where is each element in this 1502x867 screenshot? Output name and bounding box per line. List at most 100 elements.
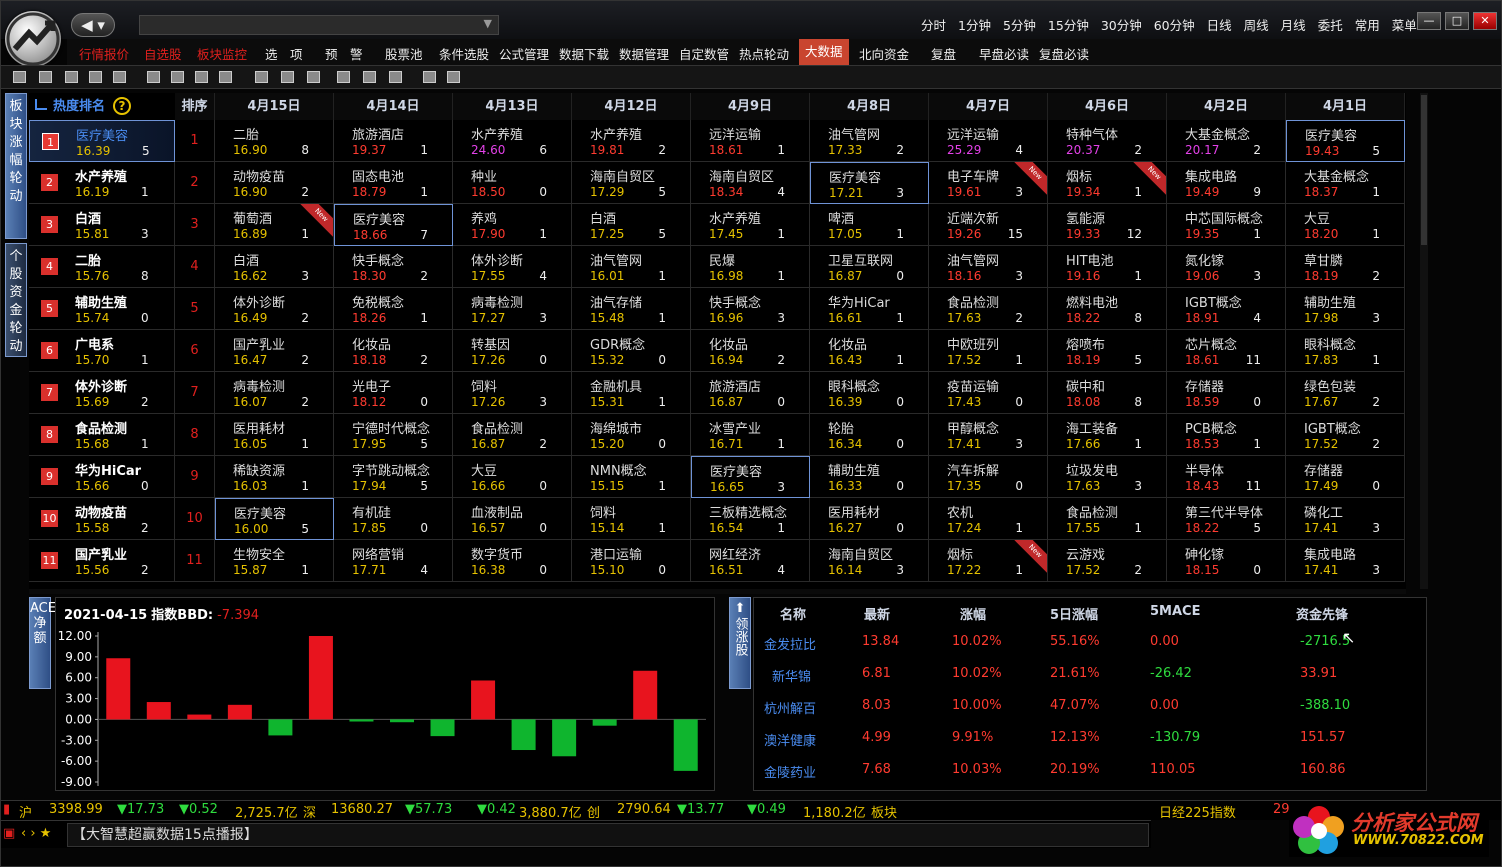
heat-cell[interactable]: 远洋运输 18.61 1 [691, 120, 810, 162]
stock-col-header[interactable]: 5日涨幅 [1050, 604, 1098, 623]
heat-cell[interactable]: 存储器 17.49 0 [1286, 456, 1405, 498]
close-button[interactable]: ✕ [1473, 12, 1497, 30]
heat-cell[interactable]: 电子车牌 19.61 3 New [929, 162, 1048, 204]
period-7[interactable]: 周线 [1238, 15, 1275, 34]
heat-cell[interactable]: 燃料电池 18.22 8 [1048, 288, 1167, 330]
toolbar-tool-icon[interactable] [219, 71, 232, 83]
heat-cell[interactable]: 绿色包装 17.67 2 [1286, 372, 1405, 414]
toolbar-tool-icon[interactable] [447, 71, 460, 83]
heat-cell[interactable]: 固态电池 18.79 1 [334, 162, 453, 204]
bbd-bar[interactable] [106, 658, 131, 720]
heat-cell[interactable]: 网红经济 16.51 4 [691, 540, 810, 582]
heat-cell[interactable]: 氮化镓 19.06 3 [1167, 246, 1286, 288]
heat-cell[interactable]: 大基金概念 18.37 1 [1286, 162, 1405, 204]
period-6[interactable]: 日线 [1201, 15, 1238, 34]
heat-cell[interactable]: 云游戏 17.52 2 [1048, 540, 1167, 582]
heat-cell[interactable]: 油气管网 17.33 2 [810, 120, 929, 162]
heat-cell[interactable]: PCB概念 18.53 1 [1167, 414, 1286, 456]
bbd-bar[interactable] [511, 719, 536, 751]
heat-cell[interactable]: 饲料 15.14 1 [572, 498, 691, 540]
menu-item-8[interactable]: 数据下载 [559, 44, 609, 63]
horizontal-scrollbar[interactable] [29, 589, 1406, 594]
heat-cell[interactable]: 大豆 16.66 0 [453, 456, 572, 498]
news-nav-icons[interactable]: ‹ › ★ [21, 826, 51, 841]
menu-item-15[interactable]: 早盘必读 [979, 44, 1029, 63]
heat-cell[interactable]: IGBT概念 17.52 2 [1286, 414, 1405, 456]
stock-col-header[interactable]: 最新 [864, 604, 890, 623]
bbd-bar[interactable] [227, 704, 252, 720]
heat-cell[interactable]: 中芯国际概念 19.35 1 [1167, 204, 1286, 246]
heat-cell[interactable]: 稀缺资源 16.03 1 [215, 456, 334, 498]
heat-cell[interactable]: 饲料 17.26 3 [453, 372, 572, 414]
heat-cell[interactable]: 油气管网 16.01 1 [572, 246, 691, 288]
heat-cell[interactable]: 医疗美容 16.00 5 [215, 498, 334, 540]
period-1[interactable]: 1分钟 [952, 15, 997, 34]
heat-cell[interactable]: 大基金概念 20.17 2 [1167, 120, 1286, 162]
heat-cell[interactable]: 港口运输 15.10 0 [572, 540, 691, 582]
heat-cell[interactable]: 体外诊断 17.55 4 [453, 246, 572, 288]
ranking-row[interactable]: 7 体外诊断 15.69 2 [29, 372, 175, 414]
heat-cell[interactable]: 卫星互联网 16.87 0 [810, 246, 929, 288]
heat-cell[interactable]: 食品检测 17.55 1 [1048, 498, 1167, 540]
tab-sector-rotation[interactable]: 板块涨幅轮动 [5, 93, 27, 239]
bbd-bar[interactable] [592, 719, 617, 726]
heat-cell[interactable]: 医疗美容 17.21 3 [810, 162, 929, 204]
period-3[interactable]: 15分钟 [1042, 15, 1095, 34]
menu-item-6[interactable]: 条件选股 [439, 44, 489, 63]
heat-cell[interactable]: 国产乳业 16.47 2 [215, 330, 334, 372]
bbd-bar[interactable] [471, 680, 496, 720]
menu-item-2[interactable]: 板块监控 [197, 44, 247, 63]
heat-cell[interactable]: 转基因 17.26 0 [453, 330, 572, 372]
minimize-button[interactable]: — [1417, 12, 1441, 30]
heat-cell[interactable]: 血液制品 16.57 0 [453, 498, 572, 540]
heat-cell[interactable]: 砷化镓 18.15 0 [1167, 540, 1286, 582]
stock-name[interactable]: 新华锦 [772, 666, 811, 685]
heat-cell[interactable]: 养鸡 17.90 1 [453, 204, 572, 246]
heat-cell[interactable]: 草甘膦 18.19 2 [1286, 246, 1405, 288]
heat-cell[interactable]: 华为HiCar 16.61 1 [810, 288, 929, 330]
app-logo-icon[interactable] [5, 11, 61, 67]
menu-item-1[interactable]: 自选股 [144, 44, 182, 63]
heat-cell[interactable]: 二胎 16.90 8 [215, 120, 334, 162]
heat-cell[interactable]: 种业 18.50 0 [453, 162, 572, 204]
menu-item-9[interactable]: 数据管理 [619, 44, 669, 63]
period-9[interactable]: 委托 [1312, 15, 1349, 34]
heat-cell[interactable]: 轮胎 16.34 0 [810, 414, 929, 456]
heat-cell[interactable]: 冰雪产业 16.71 1 [691, 414, 810, 456]
toolbar-tool-icon[interactable] [307, 71, 320, 83]
sector-label[interactable]: 板块 [871, 802, 897, 821]
heat-cell[interactable]: NMN概念 15.15 1 [572, 456, 691, 498]
stock-col-header[interactable]: 5MACE [1150, 604, 1200, 619]
heat-cell[interactable]: 大豆 18.20 1 [1286, 204, 1405, 246]
heat-cell[interactable]: 病毒检测 16.07 2 [215, 372, 334, 414]
ranking-row[interactable]: 10 动物疫苗 15.58 2 [29, 498, 175, 540]
stock-name[interactable]: 澳洋健康 [764, 730, 816, 749]
toolbar-tool-icon[interactable] [363, 71, 376, 83]
menu-item-14[interactable]: 复盘 [931, 44, 956, 63]
heat-cell[interactable]: 集成电路 17.41 3 [1286, 540, 1405, 582]
bbd-bar[interactable] [633, 670, 658, 720]
bbd-bar[interactable] [308, 636, 333, 720]
ranking-row[interactable]: 9 华为HiCar 15.66 0 [29, 456, 175, 498]
heat-cell[interactable]: 医疗美容 16.65 3 [691, 456, 810, 498]
toolbar-tool-icon[interactable] [147, 71, 160, 83]
heat-cell[interactable]: 生物安全 15.87 1 [215, 540, 334, 582]
bbd-bar[interactable] [349, 719, 374, 722]
heat-cell[interactable]: 宁德时代概念 17.95 5 [334, 414, 453, 456]
toolbar-tool-icon[interactable] [171, 71, 184, 83]
bbd-bar[interactable] [187, 714, 212, 720]
heat-cell[interactable]: 海南自贸区 16.14 3 [810, 540, 929, 582]
ranking-row[interactable]: 4 二胎 15.76 8 [29, 246, 175, 288]
heat-cell[interactable]: 快手概念 18.30 2 [334, 246, 453, 288]
heat-cell[interactable]: 动物疫苗 16.90 2 [215, 162, 334, 204]
toolbar-tool-icon[interactable] [337, 71, 350, 83]
tab-ace-net[interactable]: ACE净额 [29, 597, 56, 689]
bbd-bar[interactable] [390, 719, 414, 723]
heat-cell[interactable]: 食品检测 16.87 2 [453, 414, 572, 456]
heat-cell[interactable]: 医用耗材 16.05 1 [215, 414, 334, 456]
heat-cell[interactable]: 近端次新 19.26 15 [929, 204, 1048, 246]
nav-back-forward[interactable]: ◀ ▾ [71, 13, 115, 37]
stock-col-header[interactable]: 名称 [780, 604, 806, 623]
toolbar-tool-icon[interactable] [113, 71, 126, 83]
heat-cell[interactable]: 医疗美容 19.43 5 [1286, 120, 1405, 162]
